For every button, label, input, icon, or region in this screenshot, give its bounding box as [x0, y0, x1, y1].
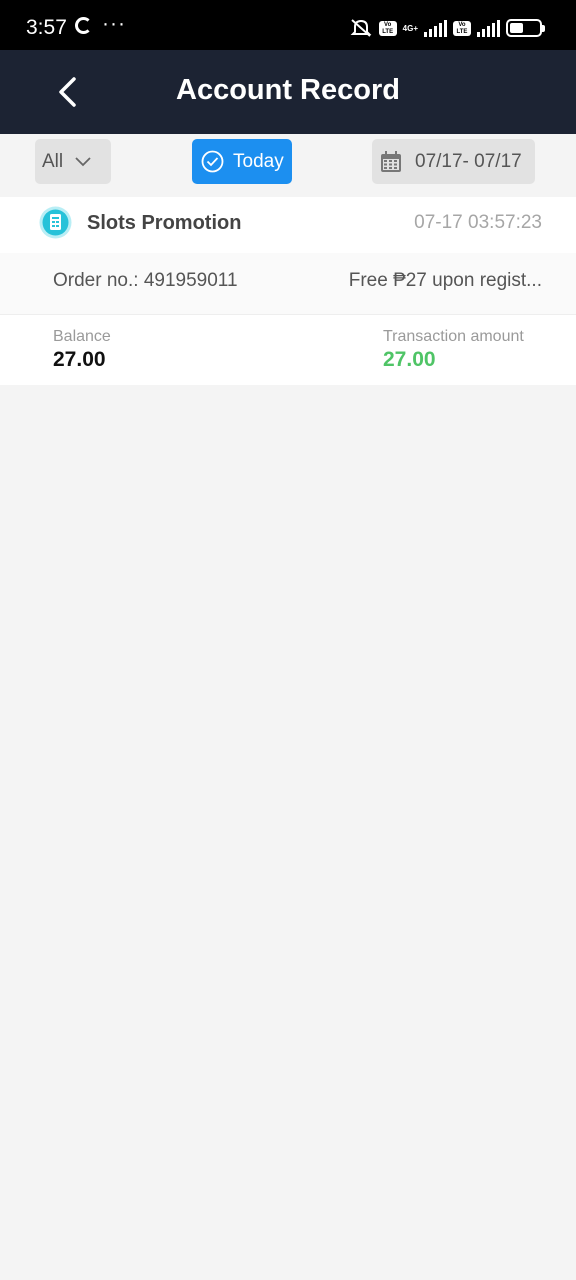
type-filter-label: All	[42, 151, 64, 172]
date-range-label: 07/17- 07/17	[415, 151, 522, 172]
sync-icon	[75, 17, 92, 34]
volte-icon-2: Vo LTE	[453, 20, 471, 36]
transaction-amount-label: Transaction amount	[383, 328, 524, 345]
signal-icon	[424, 19, 447, 37]
battery-level	[510, 23, 523, 33]
signal-icon-2	[477, 19, 500, 37]
page-title: Account Record	[176, 74, 400, 106]
type-filter-dropdown[interactable]: All	[35, 139, 111, 184]
battery-icon	[506, 19, 545, 37]
balance-value: 27.00	[53, 348, 106, 371]
transaction-amount-value: 27.00	[383, 348, 436, 371]
record-order-row: Order no.: 491959011 Free ₱27 upon regis…	[0, 253, 576, 315]
status-bar: 3:57 ··· Vo LTE 4G+ Vo LTE	[0, 0, 576, 50]
more-notifications-icon: ···	[102, 12, 126, 35]
order-description: Free ₱27 upon regist...	[348, 270, 542, 291]
record-card[interactable]: Slots Promotion 07-17 03:57:23 Order no.…	[0, 197, 576, 385]
status-time: 3:57	[26, 16, 67, 39]
record-amount-row: Balance 27.00 Transaction amount 27.00	[0, 316, 576, 385]
status-indicators: Vo LTE 4G+ Vo LTE	[349, 17, 545, 39]
today-filter-label: Today	[233, 151, 284, 172]
record-header: Slots Promotion 07-17 03:57:23	[0, 197, 576, 249]
volte-icon: Vo LTE	[378, 20, 397, 36]
network-type-icon: 4G+	[402, 23, 418, 33]
record-time: 07-17 03:57:23	[414, 212, 542, 233]
today-filter-button[interactable]: Today	[192, 139, 292, 184]
order-number: Order no.: 491959011	[53, 270, 238, 291]
filter-bar: All Today 07/17- 07/17	[0, 134, 576, 190]
mute-icon	[349, 18, 373, 38]
date-range-picker[interactable]: 07/17- 07/17	[372, 139, 535, 184]
balance-label: Balance	[53, 328, 111, 345]
record-type: Slots Promotion	[87, 212, 242, 234]
calendar-icon	[381, 151, 401, 172]
chevron-down-icon	[75, 157, 91, 167]
app-header: Account Record	[0, 50, 576, 134]
check-circle-icon	[201, 150, 224, 173]
promotion-icon	[39, 206, 72, 239]
